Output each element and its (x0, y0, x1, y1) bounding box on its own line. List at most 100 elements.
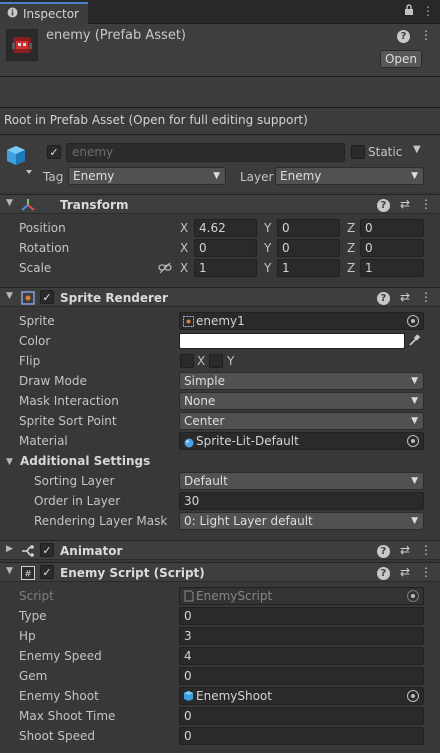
rotation-label: Rotation (19, 241, 70, 255)
sorting-layer-label: Sorting Layer (34, 474, 115, 488)
transform-title: Transform (60, 198, 129, 212)
presets-icon[interactable]: ⇄ (400, 543, 410, 558)
presets-icon[interactable]: ⇄ (400, 565, 410, 580)
layer-label: Layer (240, 170, 274, 184)
flip-x-checkbox[interactable] (180, 354, 194, 368)
sprite-sort-point-label: Sprite Sort Point (19, 414, 117, 428)
script-asset-icon (184, 590, 194, 606)
animator-enabled-checkbox[interactable]: ✓ (40, 543, 54, 557)
enemy-shoot-object-field[interactable]: EnemyShoot (179, 687, 424, 705)
more-menu-icon[interactable]: ⋮ (422, 4, 434, 19)
material-label: Material (19, 434, 68, 448)
tab-bar: Inspector ⋮ (0, 0, 440, 24)
position-y-field[interactable]: 0 (277, 219, 340, 237)
sprite-renderer-title: Sprite Renderer (60, 291, 168, 305)
help-icon[interactable]: ? (376, 199, 390, 212)
flip-y-checkbox[interactable] (209, 354, 223, 368)
static-checkbox[interactable] (351, 145, 365, 159)
enemy-script-title: Enemy Script (Script) (60, 566, 205, 580)
gem-field[interactable]: 0 (179, 667, 424, 685)
max-shoot-time-label: Max Shoot Time (19, 709, 116, 723)
animator-header[interactable]: ▶ ✓ Animator ? ⇄ ⋮ (0, 540, 440, 560)
rotation-y-field[interactable]: 0 (277, 239, 340, 257)
more-menu-icon[interactable]: ⋮ (420, 28, 432, 43)
mask-interaction-dropdown[interactable]: None ▼ (179, 392, 424, 410)
chevron-down-icon: ▼ (411, 376, 418, 386)
gameobject-icon[interactable] (6, 144, 34, 179)
axis-x-label: X (180, 221, 189, 235)
enemy-speed-label: Enemy Speed (19, 649, 102, 663)
order-in-layer-field[interactable]: 30 (179, 492, 424, 510)
chevron-down-icon: ▼ (411, 476, 418, 486)
rotation-x-field[interactable]: 0 (194, 239, 257, 257)
chevron-down-icon: ▼ (411, 416, 418, 426)
sprite-label: Sprite (19, 314, 55, 328)
additional-settings-foldout[interactable]: Additional Settings (20, 454, 150, 468)
help-icon[interactable]: ? (397, 30, 410, 43)
help-icon[interactable]: ? (376, 545, 390, 558)
more-menu-icon[interactable]: ⋮ (420, 543, 432, 558)
sprite-renderer-enabled-checkbox[interactable]: ✓ (40, 290, 54, 304)
help-icon[interactable]: ? (376, 567, 390, 580)
presets-icon[interactable]: ⇄ (400, 197, 410, 212)
shoot-speed-field[interactable]: 0 (179, 727, 424, 745)
enemy-script-header[interactable]: ▼ # ✓ Enemy Script (Script) ? ⇄ ⋮ (0, 562, 440, 582)
max-shoot-time-field[interactable]: 0 (179, 707, 424, 725)
material-object-field[interactable]: Sprite-Lit-Default (179, 432, 424, 450)
fold-arrow-icon[interactable]: ▼ (6, 457, 13, 467)
more-menu-icon[interactable]: ⋮ (420, 197, 432, 212)
more-menu-icon[interactable]: ⋮ (420, 565, 432, 580)
axis-x-label: X (180, 241, 189, 255)
sprite-renderer-header[interactable]: ▼ ✓ Sprite Renderer ? ⇄ ⋮ (0, 287, 440, 307)
rotation-z-field[interactable]: 0 (360, 239, 424, 257)
draw-mode-dropdown[interactable]: Simple ▼ (179, 372, 424, 390)
enemy-shoot-label: Enemy Shoot (19, 689, 99, 703)
object-picker-icon[interactable] (407, 315, 419, 327)
sprite-sort-point-dropdown[interactable]: Center ▼ (179, 412, 424, 430)
lock-icon[interactable] (404, 4, 414, 19)
mask-interaction-label: Mask Interaction (19, 394, 119, 408)
help-icon[interactable]: ? (376, 292, 390, 305)
type-field[interactable]: 0 (179, 607, 424, 625)
gameobject-active-checkbox[interactable]: ✓ (47, 145, 61, 159)
axis-y-label: Y (264, 221, 272, 235)
enemy-speed-field[interactable]: 4 (179, 647, 424, 665)
enemy-script-enabled-checkbox[interactable]: ✓ (40, 565, 54, 579)
transform-header[interactable]: ▼ Transform ? ⇄ ⋮ (0, 194, 440, 214)
color-swatch[interactable] (179, 333, 405, 349)
object-picker-icon[interactable] (407, 690, 419, 702)
more-menu-icon[interactable]: ⋮ (420, 290, 432, 305)
object-picker-icon[interactable] (407, 435, 419, 447)
scale-y-field[interactable]: 1 (277, 259, 340, 277)
fold-arrow-icon[interactable]: ▼ (6, 566, 13, 576)
open-prefab-button[interactable]: Open (380, 50, 422, 68)
fold-arrow-icon[interactable]: ▼ (6, 198, 13, 208)
chevron-down-icon: ▼ (411, 396, 418, 406)
rendering-layer-mask-dropdown[interactable]: 0: Light Layer default ▼ (179, 512, 424, 530)
static-dropdown-arrow-icon[interactable]: ▼ (413, 144, 421, 155)
link-icon[interactable] (158, 262, 172, 277)
hp-field[interactable]: 3 (179, 627, 424, 645)
fold-arrow-icon[interactable]: ▶ (6, 544, 13, 554)
gameobject-name-field[interactable]: enemy (66, 143, 345, 162)
layer-dropdown[interactable]: Enemy ▼ (275, 167, 424, 185)
scale-x-field[interactable]: 1 (194, 259, 257, 277)
prefab-thumbnail-icon (6, 29, 38, 61)
sprite-object-field[interactable]: enemy1 (179, 312, 424, 330)
sorting-layer-dropdown[interactable]: Default ▼ (179, 472, 424, 490)
root-prefab-message: Root in Prefab Asset (Open for full edit… (0, 108, 440, 134)
tag-dropdown[interactable]: Enemy ▼ (68, 167, 226, 185)
gem-label: Gem (19, 669, 48, 683)
tab-inspector[interactable]: Inspector (0, 2, 88, 24)
position-x-field[interactable]: 4.62 (194, 219, 257, 237)
eyedropper-icon[interactable] (409, 334, 421, 349)
csharp-script-icon: # (20, 565, 36, 581)
flip-y-label: Y (227, 354, 235, 368)
transform-icon (20, 197, 36, 213)
presets-icon[interactable]: ⇄ (400, 290, 410, 305)
draw-mode-label: Draw Mode (19, 374, 87, 388)
scale-z-field[interactable]: 1 (360, 259, 424, 277)
position-label: Position (19, 221, 66, 235)
fold-arrow-icon[interactable]: ▼ (6, 291, 13, 301)
position-z-field[interactable]: 0 (360, 219, 424, 237)
